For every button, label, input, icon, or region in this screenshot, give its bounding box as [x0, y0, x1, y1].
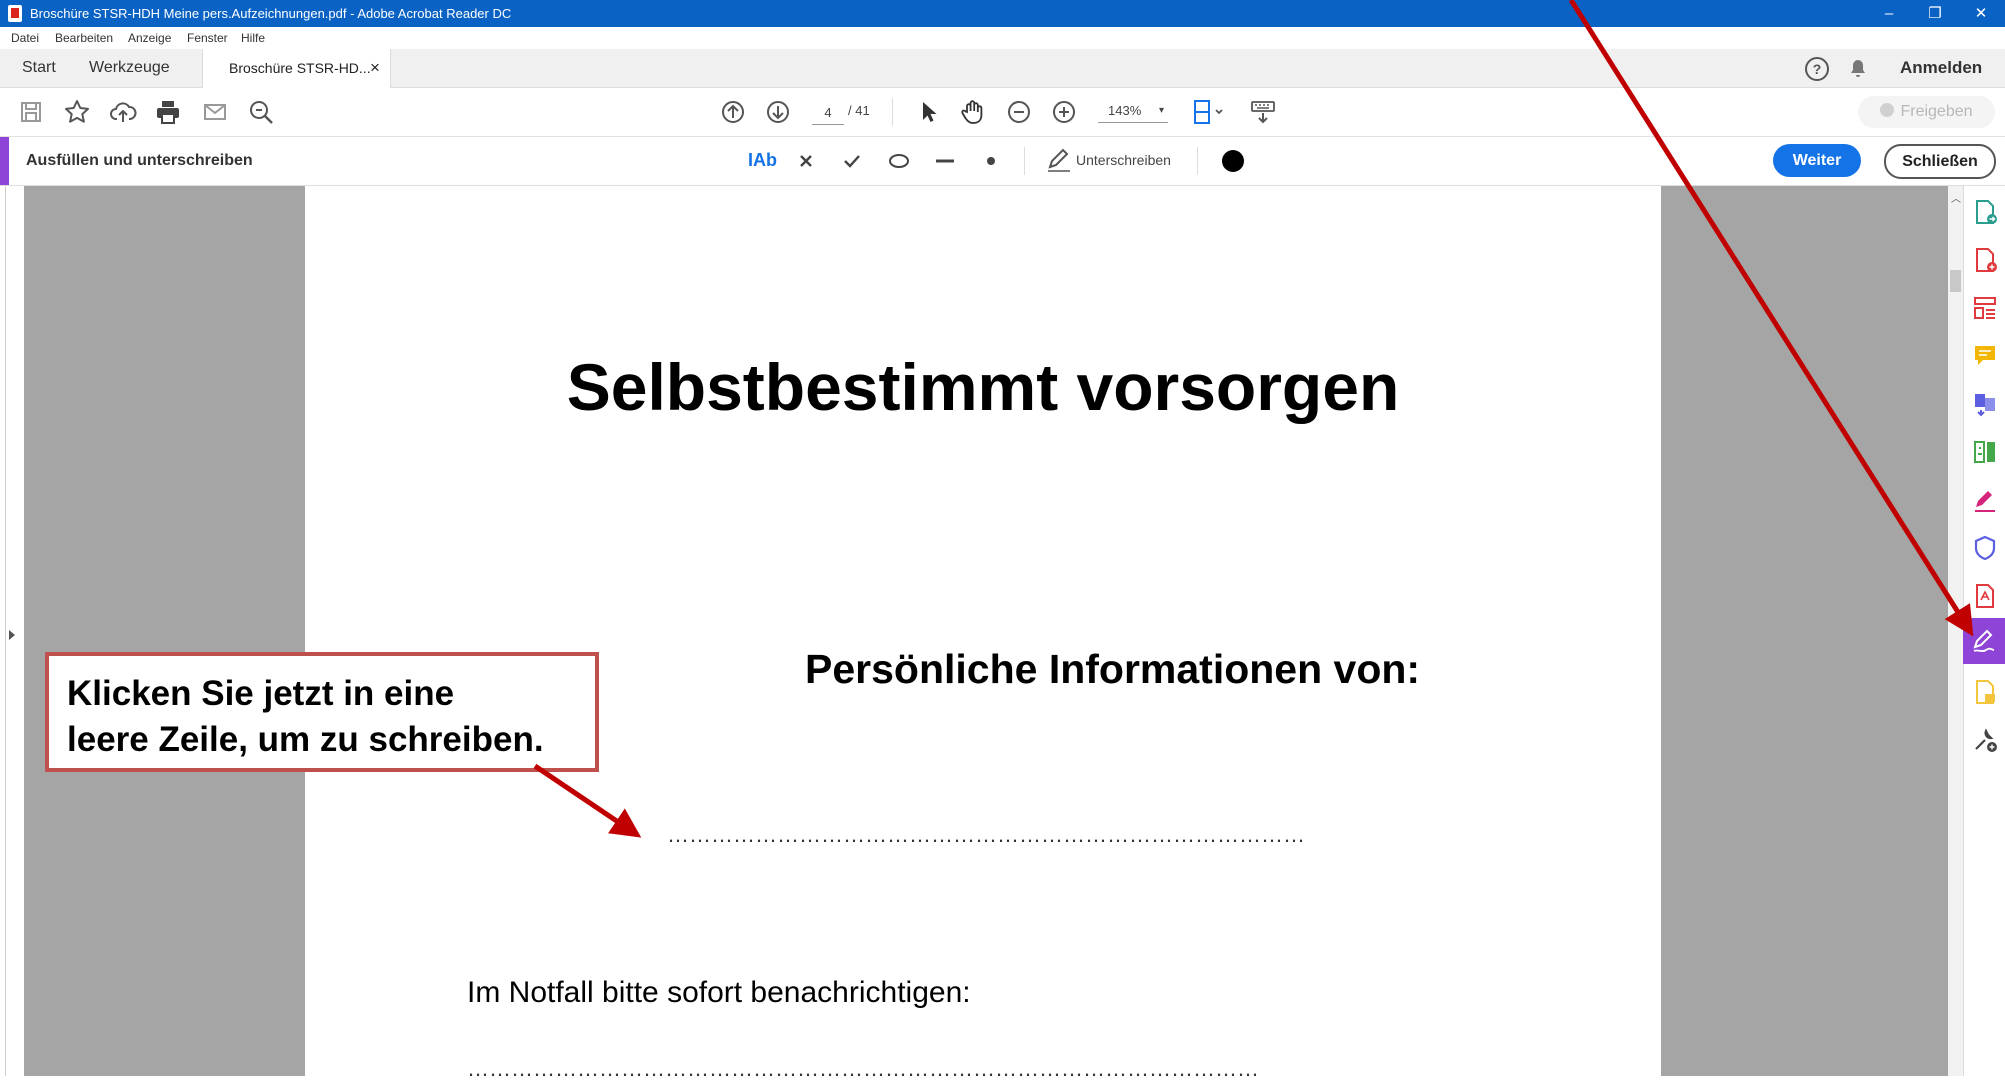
fill-sign-pointer-arrow — [1568, 0, 1974, 637]
annotation-arrows — [533, 0, 1974, 838]
callout-arrow — [533, 763, 642, 838]
